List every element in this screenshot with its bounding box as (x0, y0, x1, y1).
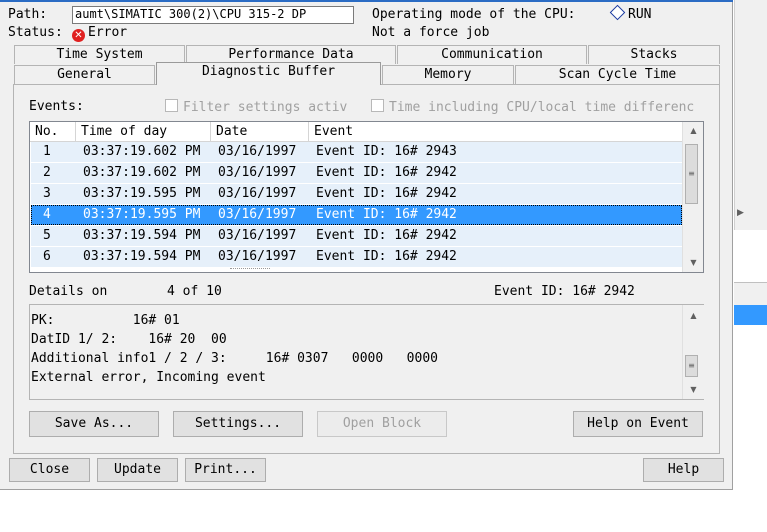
chevron-right-icon[interactable]: ▶ (737, 208, 744, 218)
help-on-event-button[interactable]: Help on Event (573, 411, 703, 437)
row-cell-time: 03:37:19.602 PM (83, 144, 201, 159)
status-value: ✕ Error (72, 25, 127, 42)
scroll-thumb[interactable]: ≡ (685, 144, 698, 204)
open-block-button: Open Block (317, 411, 447, 437)
row-cell-event: Event ID: 16# 2943 (316, 144, 457, 159)
details-line-pk: PK: 16# 01 (31, 313, 180, 328)
row-cell-date: 03/16/1997 (218, 228, 297, 243)
scroll-up-icon[interactable]: ▲ (685, 122, 702, 139)
force-job-text: Not a force job (372, 25, 490, 40)
column-header-date[interactable]: Date (211, 122, 309, 141)
row-cell-no: 3 (43, 186, 51, 201)
details-label: Details on (29, 284, 108, 299)
tab-stacks[interactable]: Stacks (588, 45, 720, 64)
table-row[interactable]: 2 03:37:19.602 PM 03/16/1997 Event ID: 16# … (31, 163, 682, 183)
row-cell-event: Event ID: 16# 2942 (316, 249, 457, 264)
save-as-button[interactable]: Save As... (29, 411, 159, 437)
row-cell-time: 03:37:19.595 PM (83, 207, 201, 222)
row-cell-event: Event ID: 16# 2942 (316, 165, 457, 180)
events-label: Events: (29, 99, 84, 114)
row-cell-time: 03:37:19.594 PM (83, 228, 201, 243)
error-icon: ✕ (72, 29, 85, 42)
column-header-event[interactable]: Event (309, 122, 682, 141)
details-scroll-down-icon[interactable]: ▼ (685, 381, 702, 398)
help-button[interactable]: Help (643, 458, 724, 482)
details-scrollbar[interactable]: ▲ ≡ ▼ (682, 305, 704, 399)
status-label: Status: (8, 25, 63, 40)
table-row[interactable]: 4 03:37:19.595 PM 03/16/1997 Event ID: 16# … (31, 205, 682, 225)
row-cell-time: 03:37:19.595 PM (83, 186, 201, 201)
filter-settings-checkbox: Filter settings activ (165, 99, 347, 115)
table-row[interactable]: 3 03:37:19.595 PM 03/16/1997 Event ID: 16# … (31, 184, 682, 204)
status-text: Error (88, 25, 128, 40)
tab-general[interactable]: General (14, 65, 155, 84)
table-row[interactable]: 1 03:37:19.602 PM 03/16/1997 Event ID: 16# … (31, 142, 682, 162)
details-scroll-up-icon[interactable]: ▲ (685, 307, 702, 324)
filter-checkbox-label: Filter settings activ (183, 100, 348, 115)
path-field: aumt\SIMATIC 300(2)\CPU 315-2 DP (72, 6, 354, 24)
close-button[interactable]: Close (9, 458, 90, 482)
next-row-peek (230, 268, 270, 272)
row-cell-date: 03/16/1997 (218, 249, 297, 264)
table-row[interactable]: 6 03:37:19.594 PM 03/16/1997 Event ID: 16# … (31, 247, 682, 267)
details-line-description: External error, Incoming event (31, 370, 266, 385)
column-header-time[interactable]: Time of day (76, 122, 211, 141)
table-row[interactable]: 5 03:37:19.594 PM 03/16/1997 Event ID: 16# … (31, 226, 682, 246)
row-cell-date: 03/16/1997 (218, 186, 297, 201)
row-cell-time: 03:37:19.594 PM (83, 249, 201, 264)
row-cell-event: Event ID: 16# 2942 (316, 186, 457, 201)
time-difference-checkbox: Time including CPU/local time differenc (371, 99, 694, 115)
title-bar-edge (0, 0, 733, 2)
time-checkbox-label: Time including CPU/local time differenc (389, 100, 695, 115)
row-cell-no: 6 (43, 249, 51, 264)
scroll-down-icon[interactable]: ▼ (685, 254, 702, 271)
row-cell-date: 03/16/1997 (218, 207, 297, 222)
filter-checkbox-box (165, 99, 178, 112)
details-position: 4 of 10 (167, 284, 222, 299)
events-scrollbar[interactable]: ▲ ≡ ▼ (682, 122, 703, 272)
details-line-additional-info: Additional info1 / 2 / 3: 16# 0307 0000 … (31, 351, 438, 366)
module-information-dialog: Path: aumt\SIMATIC 300(2)\CPU 315-2 DP O… (0, 0, 733, 490)
row-cell-no: 4 (43, 207, 51, 222)
background-bar (734, 282, 767, 306)
row-cell-time: 03:37:19.602 PM (83, 165, 201, 180)
settings-button[interactable]: Settings... (173, 411, 303, 437)
details-event-id: Event ID: 16# 2942 (494, 284, 635, 299)
details-box[interactable]: PK: 16# 01 DatID 1/ 2: 16# 20 00 Additio… (29, 304, 704, 400)
row-cell-event: Event ID: 16# 2942 (316, 207, 457, 222)
column-header-no[interactable]: No. (30, 122, 76, 141)
details-line-datid: DatID 1/ 2: 16# 20 00 (31, 332, 227, 347)
row-cell-no: 1 (43, 144, 51, 159)
row-cell-event: Event ID: 16# 2942 (316, 228, 457, 243)
print-button[interactable]: Print... (185, 458, 266, 482)
row-cell-date: 03/16/1997 (218, 144, 297, 159)
tab-memory[interactable]: Memory (382, 65, 514, 84)
tab-diagnostic-buffer[interactable]: Diagnostic Buffer (156, 62, 381, 85)
row-cell-no: 5 (43, 228, 51, 243)
tab-communication[interactable]: Communication (397, 45, 587, 64)
events-list[interactable]: No. Time of day Date Event 1 03:37:19.602… (29, 121, 704, 273)
details-scroll-thumb[interactable]: ≡ (685, 355, 698, 377)
tab-scan-cycle-time[interactable]: Scan Cycle Time (515, 65, 720, 84)
operating-mode-label: Operating mode of the CPU: (372, 7, 576, 22)
background-selection (734, 305, 767, 325)
time-checkbox-box (371, 99, 384, 112)
update-button[interactable]: Update (97, 458, 178, 482)
path-label: Path: (8, 7, 48, 22)
list-header: No. Time of day Date Event (30, 122, 682, 142)
run-diamond-icon (609, 4, 626, 21)
row-cell-date: 03/16/1997 (218, 165, 297, 180)
run-status: RUN (609, 4, 652, 22)
run-label: RUN (628, 7, 652, 22)
row-cell-no: 2 (43, 165, 51, 180)
background-panel (734, 0, 767, 230)
